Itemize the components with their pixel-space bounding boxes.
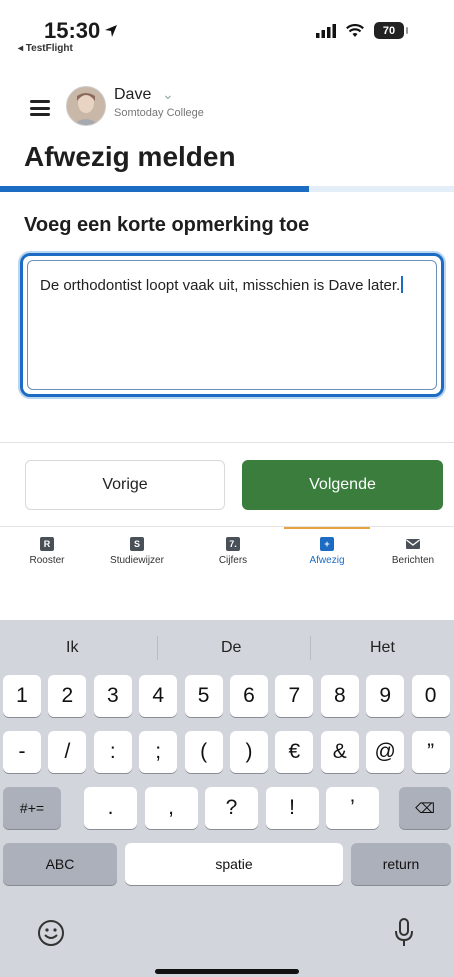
progress-fill	[0, 186, 309, 192]
page-title: Afwezig melden	[24, 141, 236, 172]
cellular-signal-icon	[316, 23, 336, 38]
tab-label: Rooster	[29, 555, 65, 566]
school-name: Somtoday College	[114, 107, 204, 119]
suggestion-bar: Ik De Het	[0, 620, 454, 674]
key-3[interactable]: 3	[93, 675, 132, 717]
key-symbol[interactable]: ”	[411, 731, 450, 773]
progress-bar	[0, 186, 454, 192]
section-heading: Voeg een korte opmerking toe	[24, 214, 310, 236]
avatar[interactable]	[66, 86, 106, 126]
tab-afwezig[interactable]: + Afwezig	[282, 537, 372, 566]
key-2[interactable]: 2	[48, 675, 87, 717]
wifi-icon	[346, 23, 364, 37]
battery-level: 70	[382, 24, 396, 37]
keyboard: Ik De Het 1 2 3 4 5 6 7 8 9 0 - /:;() € & @” #+=.,?!’ ⌫ A…	[0, 620, 454, 977]
comment-field[interactable]: De orthodontist loopt vaak uit, misschie…	[20, 253, 444, 397]
absence-icon: +	[320, 537, 334, 551]
key-6[interactable]: 6	[230, 675, 268, 717]
space-key[interactable]: spatie	[125, 843, 343, 885]
tab-label: Afwezig	[309, 555, 345, 566]
home-indicator[interactable]	[155, 969, 299, 974]
key-punctuation[interactable]: ?	[205, 787, 258, 829]
next-button[interactable]: Volgende	[242, 460, 443, 510]
suggestion-item[interactable]: Ik	[66, 639, 78, 657]
text-caret	[401, 276, 404, 293]
tab-berichten[interactable]: Berichten	[368, 537, 454, 566]
key-symbol[interactable]: €	[275, 731, 314, 773]
tab-cijfers[interactable]: 7. Cijfers	[188, 537, 278, 566]
mail-icon	[406, 539, 420, 549]
menu-icon[interactable]	[30, 100, 50, 116]
status-time: 15:30	[44, 18, 118, 44]
key-symbol[interactable]: ;	[139, 731, 178, 773]
key-symbol[interactable]: :	[93, 731, 132, 773]
key-more-symbols[interactable]: #+=	[3, 787, 61, 829]
suggestion-item[interactable]: De	[221, 639, 241, 657]
key-1[interactable]: 1	[3, 675, 41, 717]
tab-studiewijzer[interactable]: S Studiewijzer	[92, 537, 182, 566]
key-symbol[interactable]: @	[366, 731, 405, 773]
back-to-testflight-link[interactable]: ◂ TestFlight	[18, 43, 73, 54]
key-7[interactable]: 7	[275, 675, 314, 717]
key-symbol[interactable]: &	[320, 731, 359, 773]
key-symbol[interactable]: -	[3, 731, 41, 773]
emoji-icon[interactable]	[36, 918, 66, 953]
key-8[interactable]: 8	[320, 675, 359, 717]
key-5[interactable]: 5	[184, 675, 223, 717]
key-symbol[interactable]: (	[184, 731, 223, 773]
key-symbol[interactable]: )	[230, 731, 268, 773]
grades-icon: 7.	[226, 537, 240, 551]
suggestion-item[interactable]: Het	[370, 639, 395, 657]
microphone-icon[interactable]	[393, 917, 415, 954]
chevron-down-icon[interactable]: ⌄	[162, 86, 174, 103]
status-indicators: 70	[316, 22, 408, 39]
divider	[0, 442, 454, 443]
planner-icon: S	[130, 537, 144, 551]
key-punctuation[interactable]: !	[265, 787, 319, 829]
backspace-key[interactable]: ⌫	[399, 787, 451, 829]
key-0[interactable]: 0	[411, 675, 450, 717]
tab-label: Berichten	[391, 555, 435, 566]
abc-key[interactable]: ABC	[3, 843, 117, 885]
key-4[interactable]: 4	[139, 675, 178, 717]
key-punctuation[interactable]: ,	[144, 787, 198, 829]
tab-rooster[interactable]: R Rooster	[2, 537, 92, 566]
return-key[interactable]: return	[351, 843, 451, 885]
previous-button[interactable]: Vorige	[25, 460, 225, 510]
tab-bar: R Rooster S Studiewijzer 7. Cijfers + Af…	[0, 526, 454, 621]
key-9[interactable]: 9	[366, 675, 405, 717]
key-punctuation[interactable]: ’	[326, 787, 379, 829]
comment-field-text[interactable]: De orthodontist loopt vaak uit, misschie…	[27, 260, 437, 390]
location-arrow-icon	[105, 25, 118, 37]
tab-label: Studiewijzer	[110, 555, 164, 566]
battery-icon: 70	[374, 22, 408, 39]
user-name[interactable]: Dave	[114, 86, 151, 104]
active-tab-indicator	[284, 527, 370, 529]
key-punctuation[interactable]: .	[84, 787, 137, 829]
calendar-icon: R	[40, 537, 54, 551]
key-symbol[interactable]: /	[48, 731, 87, 773]
tab-label: Cijfers	[218, 555, 248, 566]
